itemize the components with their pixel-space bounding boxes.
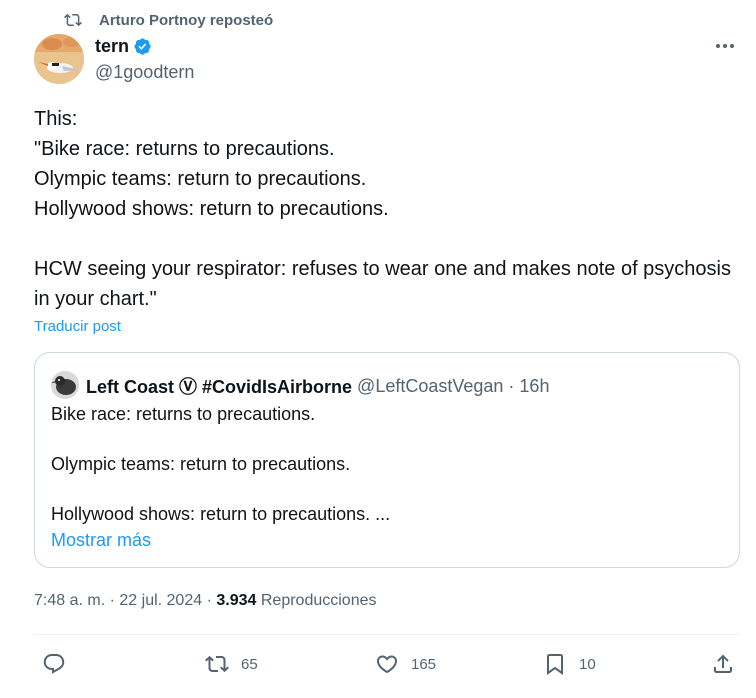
quoted-tweet[interactable]: Left Coast Ⓥ #CovidIsAirborne @LeftCoast… (34, 352, 740, 568)
more-options-button[interactable] (710, 36, 740, 56)
avatar[interactable] (34, 34, 84, 84)
quoted-text: Bike race: returns to precautions. Olymp… (51, 404, 391, 524)
verified-badge-icon (134, 38, 151, 55)
separator-dot: · (109, 592, 115, 609)
quoted-author-name: Left Coast Ⓥ #CovidIsAirborne (86, 377, 353, 397)
tweet[interactable]: Arturo Portnoy reposteó tern @1goodtern … (0, 0, 756, 698)
tweet-meta: 7:48 a. m. · 22 jul. 2024 · 3.934 Reprod… (34, 592, 376, 610)
dot-icon (716, 44, 720, 48)
quoted-header: Left Coast Ⓥ #CovidIsAirborne @LeftCoast… (86, 373, 549, 399)
tweet-date[interactable]: 22 jul. 2024 (119, 592, 202, 609)
like-button[interactable]: 165 (375, 652, 436, 676)
quoted-author-handle: @LeftCoastVegan (357, 375, 504, 396)
tweet-time[interactable]: 7:48 a. m. (34, 592, 105, 609)
bookmark-icon (547, 654, 563, 675)
bookmark-button[interactable]: 10 (543, 652, 596, 676)
translate-post-link[interactable]: Traducir post (34, 318, 121, 335)
divider (34, 634, 740, 635)
repost-icon (64, 13, 82, 27)
quoted-timestamp: 16h (519, 375, 550, 396)
show-more-link[interactable]: Mostrar más (51, 530, 151, 551)
author-handle[interactable]: @1goodtern (95, 62, 194, 83)
dot-icon (723, 44, 727, 48)
repost-icon (205, 655, 229, 673)
repost-text[interactable]: Arturo Portnoy reposteó (99, 12, 273, 29)
share-icon (714, 654, 732, 673)
repost-button[interactable]: 65 (205, 652, 258, 676)
heart-icon (376, 655, 398, 674)
share-button[interactable] (711, 652, 735, 676)
reply-icon (43, 654, 65, 674)
repost-count: 65 (241, 655, 258, 673)
author-name[interactable]: tern (95, 36, 152, 57)
like-count: 165 (411, 655, 437, 673)
reply-button[interactable] (42, 652, 66, 676)
dot-icon (730, 44, 734, 48)
tweet-text: This: "Bike race: returns to precautions… (34, 108, 731, 310)
views-label: Reproducciones (260, 592, 377, 609)
repost-indicator[interactable]: Arturo Portnoy reposteó (64, 8, 273, 32)
separator-dot: · (206, 592, 212, 609)
bookmark-count: 10 (579, 655, 596, 673)
author-name-text[interactable]: tern (95, 36, 129, 57)
separator-dot: · (508, 375, 515, 396)
action-bar: 65 165 10 (0, 648, 756, 680)
view-count: 3.934 (216, 592, 257, 609)
quoted-avatar (51, 371, 79, 399)
